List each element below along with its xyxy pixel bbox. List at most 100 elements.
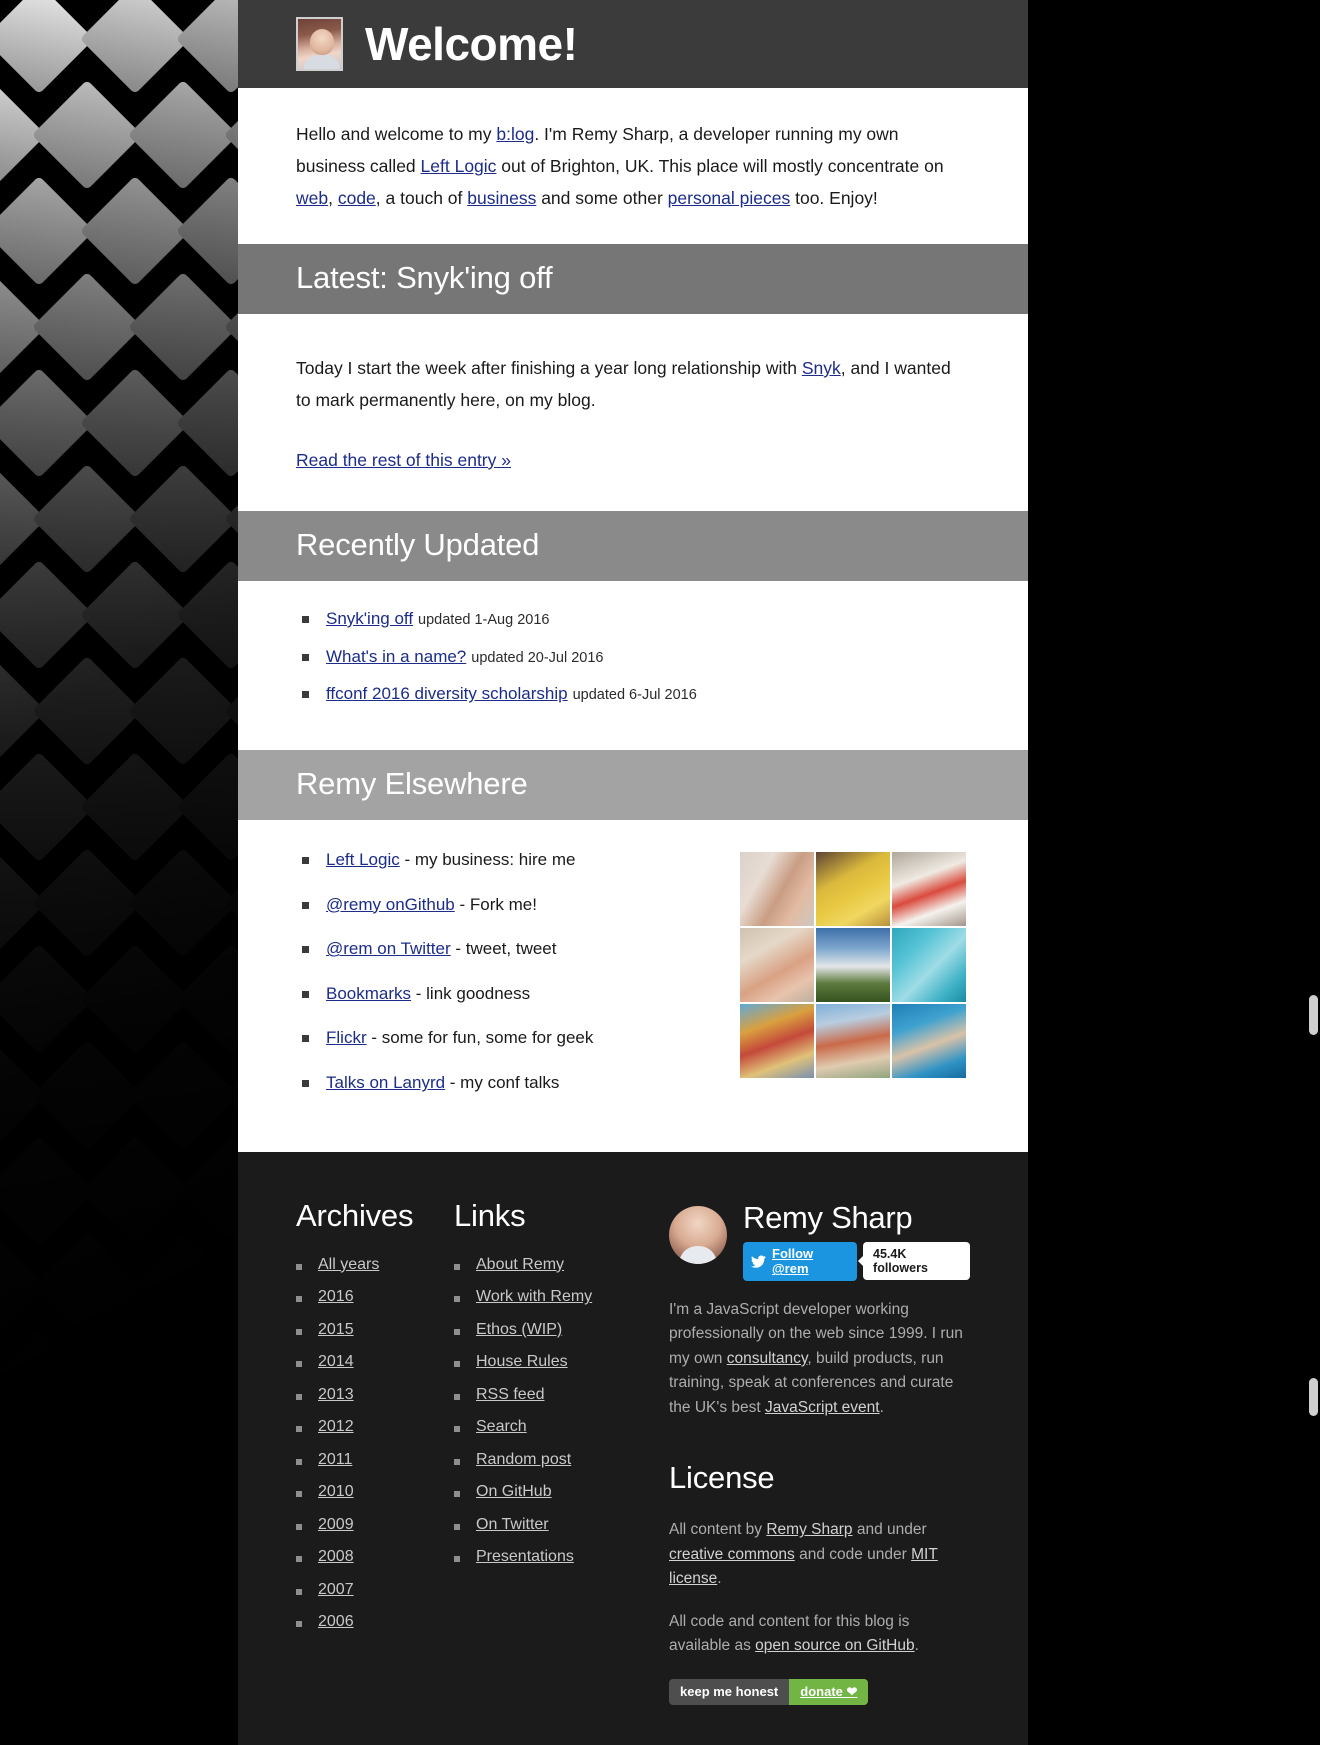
business-link[interactable]: business [467, 188, 536, 208]
author-name: Remy Sharp [743, 1199, 913, 1235]
license-text-3: and code under [794, 1545, 912, 1563]
list-item: Bookmarks - link goodness [296, 982, 593, 1007]
creative-commons-link[interactable]: creative commons [669, 1546, 795, 1563]
flickr-photo-thumbnail[interactable] [892, 851, 966, 926]
elsewhere-link[interactable]: Bookmarks [326, 984, 411, 1003]
license-paragraph-2: All code and content for this blog is av… [669, 1610, 970, 1659]
flickr-photo-thumbnail[interactable] [740, 927, 814, 1002]
archive-link-2009[interactable]: 2009 [318, 1516, 354, 1533]
footer-links-column: Links About Remy Work with Remy Ethos (W… [454, 1198, 669, 1705]
post-link[interactable]: Snyk'ing off [326, 609, 413, 628]
flickr-photo-thumbnail[interactable] [892, 1003, 966, 1078]
twitter-follow-row: Follow @rem 45.4K followers [743, 1241, 970, 1281]
elsewhere-link[interactable]: Talks on Lanyrd [326, 1073, 445, 1092]
twitter-followers-count[interactable]: 45.4K followers [863, 1242, 970, 1281]
web-link[interactable]: web [296, 188, 328, 208]
about-header-text: Remy Sharp Follow @rem 45.4K followers [743, 1202, 970, 1281]
post-link[interactable]: ffconf 2016 diversity scholarship [326, 684, 568, 703]
elsewhere-link[interactable]: Left Logic [326, 850, 400, 869]
consultancy-link[interactable]: consultancy [727, 1350, 808, 1367]
bio-text-3: . [879, 1398, 884, 1416]
elsewhere-link[interactable]: @remy onGithub [326, 895, 455, 914]
elsewhere-link[interactable]: @rem on Twitter [326, 939, 451, 958]
flickr-photo-grid[interactable] [740, 851, 970, 1078]
archive-link-2015[interactable]: 2015 [318, 1321, 354, 1338]
list-item: @remy onGithub - Fork me! [296, 893, 593, 918]
links-heading: Links [454, 1197, 526, 1233]
link-presentations[interactable]: Presentations [476, 1548, 574, 1565]
background-lattice-pattern [0, 0, 238, 1635]
link-about-remy[interactable]: About Remy [476, 1256, 564, 1273]
archive-link-2006[interactable]: 2006 [318, 1613, 354, 1630]
javascript-event-link[interactable]: JavaScript event [765, 1399, 880, 1416]
page-title: Welcome! [365, 18, 578, 70]
link-house-rules[interactable]: House Rules [476, 1353, 568, 1370]
list-item: 2014 [296, 1353, 454, 1371]
elsewhere-link[interactable]: Flickr [326, 1028, 367, 1047]
personal-pieces-link[interactable]: personal pieces [668, 188, 791, 208]
scrollbar-track[interactable] [1306, 0, 1320, 1635]
intro-text-1: Hello and welcome to my [296, 124, 497, 144]
list-item: Random post [454, 1451, 669, 1469]
left-logic-link[interactable]: Left Logic [421, 156, 497, 176]
scrollbar-thumb-secondary[interactable] [1309, 1378, 1318, 1416]
code-link[interactable]: code [338, 188, 376, 208]
post-link[interactable]: What's in a name? [326, 647, 466, 666]
list-item: 2011 [296, 1451, 454, 1469]
link-ethos[interactable]: Ethos (WIP) [476, 1321, 562, 1338]
archive-link-2016[interactable]: 2016 [318, 1288, 354, 1305]
list-item: Ethos (WIP) [454, 1321, 669, 1339]
list-item: 2006 [296, 1613, 454, 1631]
latest-paragraph: Today I start the week after finishing a… [296, 352, 970, 416]
latest-heading: Latest: Snyk'ing off [296, 260, 553, 295]
license-text-2: and under [852, 1521, 927, 1539]
archive-link-2014[interactable]: 2014 [318, 1353, 354, 1370]
link-random-post[interactable]: Random post [476, 1451, 571, 1468]
license-text-6: . [914, 1637, 919, 1655]
flickr-photo-thumbnail[interactable] [816, 1003, 890, 1078]
flickr-photo-thumbnail[interactable] [816, 851, 890, 926]
archive-link-2011[interactable]: 2011 [318, 1451, 352, 1468]
list-item: Snyk'ing off updated 1-Aug 2016 [296, 607, 970, 632]
elsewhere-list: Left Logic - my business: hire me @remy … [296, 848, 593, 1116]
flickr-photo-thumbnail[interactable] [740, 1003, 814, 1078]
link-on-twitter[interactable]: On Twitter [476, 1516, 549, 1533]
archive-link-all-years[interactable]: All years [318, 1256, 379, 1273]
flickr-photo-thumbnail[interactable] [740, 851, 814, 926]
read-more-link[interactable]: Read the rest of this entry » [296, 450, 970, 471]
elsewhere-desc: - my business: hire me [399, 849, 576, 869]
intro-text-7: and some other [536, 188, 668, 208]
list-item: 2012 [296, 1418, 454, 1436]
link-rss-feed[interactable]: RSS feed [476, 1386, 544, 1403]
elsewhere-heading: Remy Elsewhere [296, 765, 528, 801]
link-on-github[interactable]: On GitHub [476, 1483, 552, 1500]
blog-link[interactable]: b:log [496, 124, 534, 144]
flickr-photo-thumbnail[interactable] [816, 927, 890, 1002]
twitter-follow-button[interactable]: Follow @rem [743, 1241, 858, 1281]
open-source-github-link[interactable]: open source on GitHub [755, 1637, 914, 1654]
avatar [669, 1205, 727, 1264]
list-item: Flickr - some for fun, some for geek [296, 1026, 593, 1051]
elsewhere-desc: - my conf talks [445, 1073, 560, 1093]
footer-about-column: Remy Sharp Follow @rem 45.4K followers I… [669, 1198, 970, 1705]
flickr-photo-thumbnail[interactable] [892, 927, 966, 1002]
archive-link-2008[interactable]: 2008 [318, 1548, 354, 1565]
link-search[interactable]: Search [476, 1418, 527, 1435]
latest-section-header: Latest: Snyk'ing off [238, 244, 1028, 314]
list-item: 2013 [296, 1386, 454, 1404]
archive-link-2013[interactable]: 2013 [318, 1386, 354, 1403]
author-bio: I'm a JavaScript developer working profe… [669, 1298, 970, 1421]
link-work-with-remy[interactable]: Work with Remy [476, 1288, 592, 1305]
recently-updated-heading: Recently Updated [296, 527, 540, 562]
intro-text-8: too. Enjoy! [790, 188, 878, 208]
donate-button[interactable]: donate ❤ [789, 1678, 869, 1705]
list-item: All years [296, 1256, 454, 1274]
donate-button-group[interactable]: keep me honest donate ❤ [669, 1678, 869, 1705]
remy-sharp-link[interactable]: Remy Sharp [766, 1521, 852, 1538]
snyk-link[interactable]: Snyk [802, 358, 841, 378]
scrollbar-thumb[interactable] [1309, 995, 1318, 1035]
list-item: House Rules [454, 1353, 669, 1371]
archive-link-2010[interactable]: 2010 [318, 1483, 354, 1500]
archive-link-2007[interactable]: 2007 [318, 1581, 354, 1598]
archive-link-2012[interactable]: 2012 [318, 1418, 354, 1435]
